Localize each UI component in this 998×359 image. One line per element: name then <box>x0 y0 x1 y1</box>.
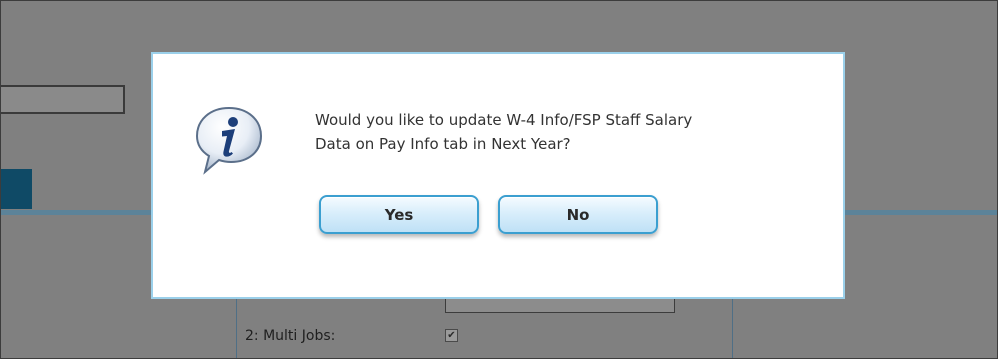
info-speech-bubble-icon <box>195 106 263 175</box>
no-button[interactable]: No <box>498 195 658 234</box>
dialog-message: Would you like to update W-4 Info/FSP St… <box>315 108 785 156</box>
multi-jobs-checkbox: ✔ <box>445 329 458 342</box>
dialog-message-line-1: Would you like to update W-4 Info/FSP St… <box>315 111 693 129</box>
background-tab <box>1 169 32 209</box>
background-text-input <box>1 85 125 114</box>
app-window: 2: Multi Jobs: ✔ Would you like to updat… <box>0 0 998 359</box>
dialog-message-line-2: Data on Pay Info tab in Next Year? <box>315 135 571 153</box>
confirm-dialog: Would you like to update W-4 Info/FSP St… <box>151 52 845 299</box>
yes-button[interactable]: Yes <box>319 195 479 234</box>
multi-jobs-label: 2: Multi Jobs: <box>245 328 336 344</box>
